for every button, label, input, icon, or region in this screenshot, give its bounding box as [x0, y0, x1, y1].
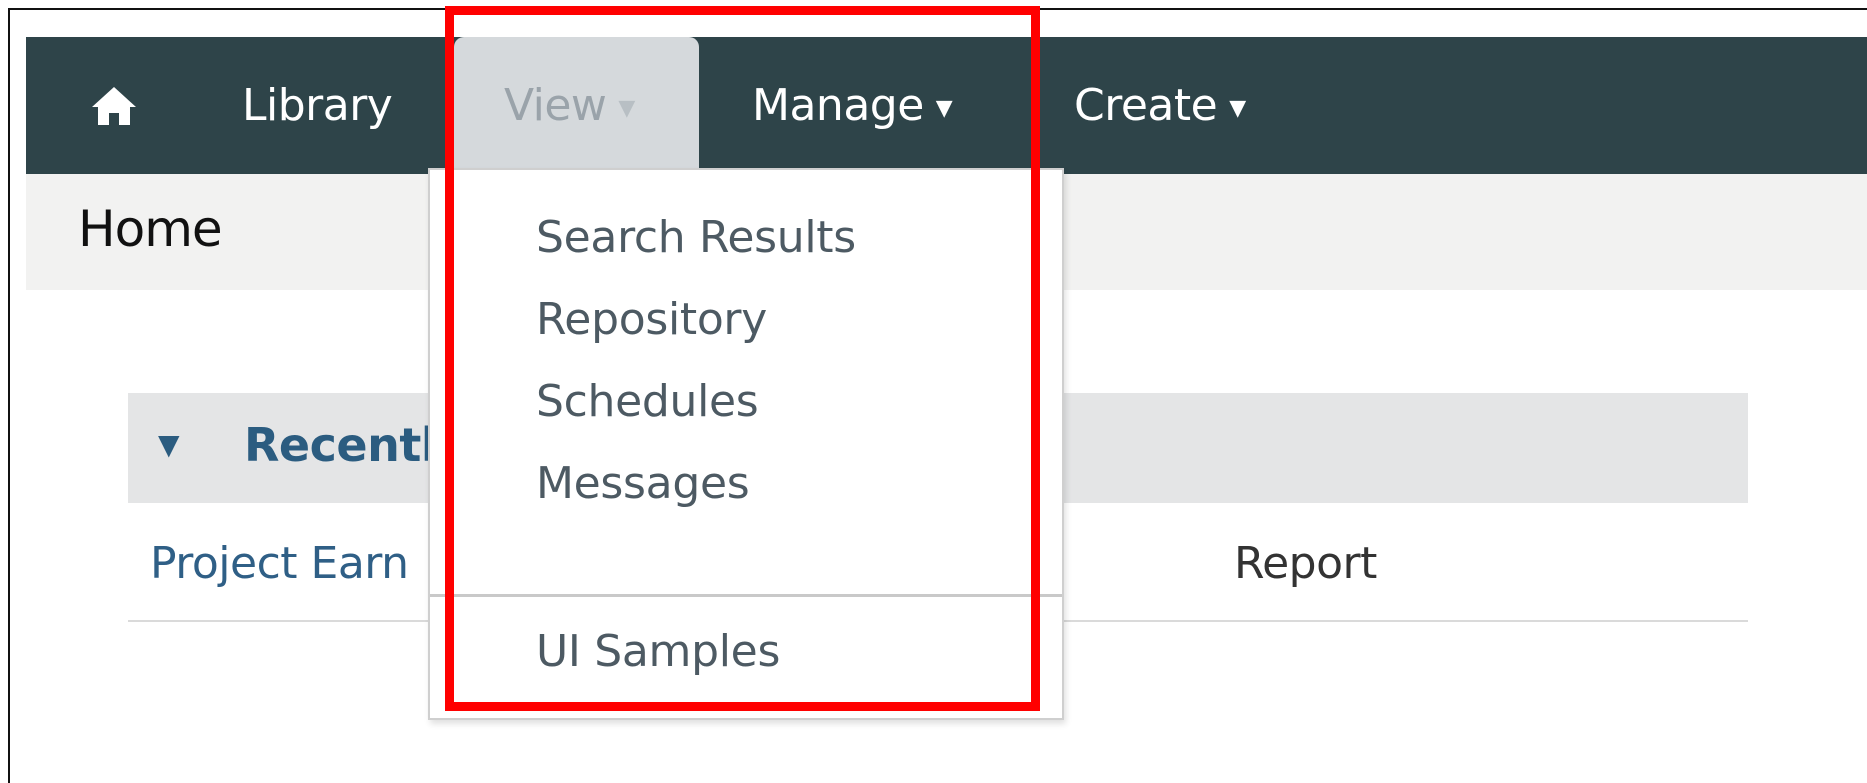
nav-view-label: View: [504, 80, 607, 131]
caret-down-icon: ▼: [618, 96, 635, 121]
view-dropdown-menu: Search Results Repository Schedules Mess…: [428, 168, 1064, 720]
nav-manage-label: Manage: [752, 80, 924, 131]
nav-library-label: Library: [242, 80, 393, 131]
menu-item-ui-samples[interactable]: UI Samples: [536, 626, 780, 677]
menu-divider: [430, 594, 1062, 597]
caret-down-icon: ▼: [1229, 96, 1246, 121]
nav-create-dropdown[interactable]: Create ▼: [1074, 37, 1246, 174]
menu-item-schedules[interactable]: Schedules: [536, 376, 759, 427]
home-icon: [92, 86, 136, 125]
recent-item-link[interactable]: Project Earn: [150, 538, 409, 589]
top-navbar: Library View ▼ Manage ▼ Create ▼: [26, 37, 1867, 174]
menu-item-search-results[interactable]: Search Results: [536, 212, 856, 263]
recent-item-type: Report: [1234, 538, 1377, 589]
nav-home-button[interactable]: [90, 37, 150, 174]
page-title: Home: [78, 200, 223, 258]
nav-library[interactable]: Library: [242, 37, 393, 174]
menu-item-repository[interactable]: Repository: [536, 294, 767, 345]
menu-item-messages[interactable]: Messages: [536, 458, 750, 509]
nav-create-label: Create: [1074, 80, 1218, 131]
triangle-down-icon[interactable]: ▼: [158, 428, 180, 461]
nav-manage-dropdown[interactable]: Manage ▼: [752, 37, 953, 174]
nav-view-dropdown[interactable]: View ▼: [454, 37, 699, 174]
caret-down-icon: ▼: [935, 96, 953, 121]
